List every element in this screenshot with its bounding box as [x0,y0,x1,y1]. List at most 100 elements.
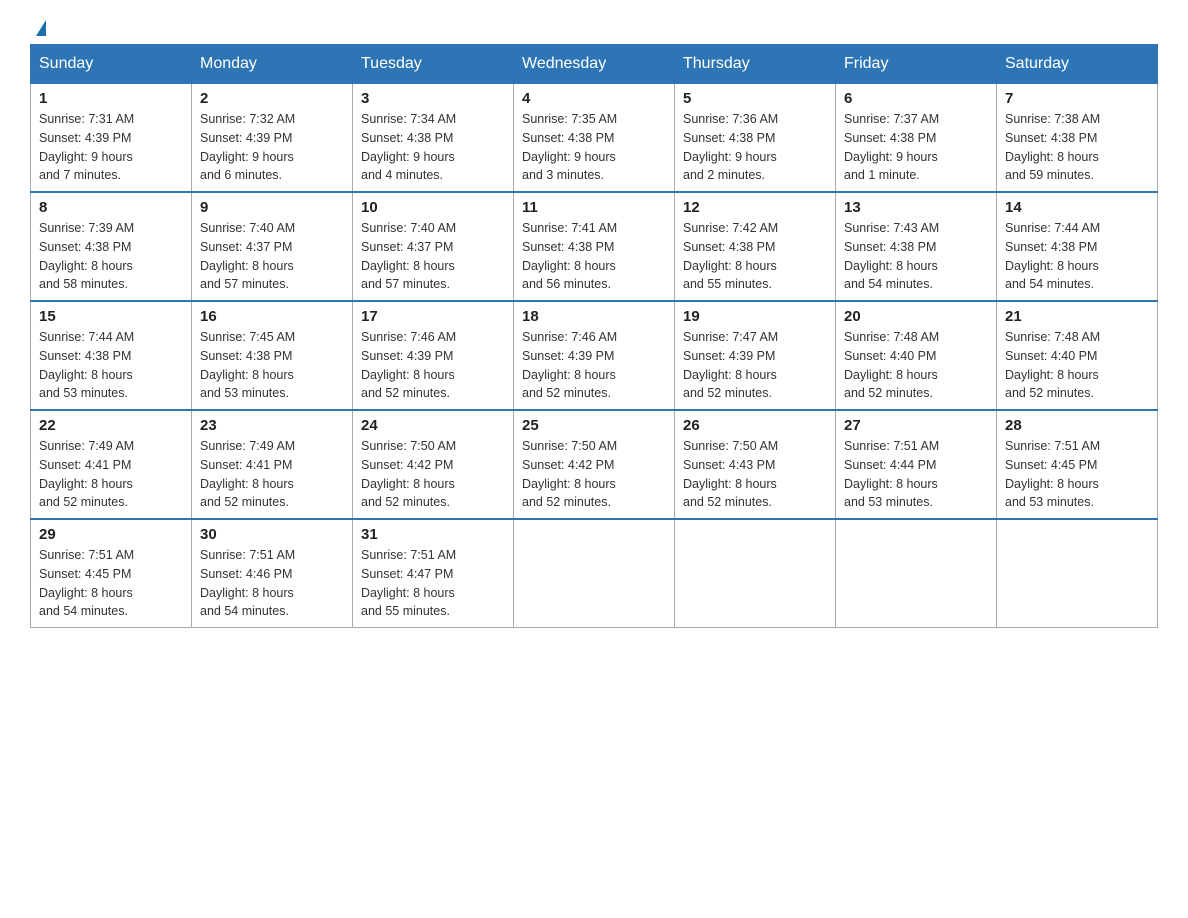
day-number: 8 [39,199,183,216]
calendar-cell: 1Sunrise: 7:31 AMSunset: 4:39 PMDaylight… [31,84,192,193]
calendar-cell [997,519,1158,628]
calendar-cell: 23 Sunrise: 7:49 AMSunset: 4:41 PMDayligh… [192,410,353,519]
calendar-cell: 15Sunrise: 7:44 AMSunset: 4:38 PMDayligh… [31,301,192,410]
day-info: Sunrise: 7:50 AMSunset: 4:42 PMDaylight:… [361,437,505,512]
day-number: 14 [1005,199,1149,216]
day-number: 12 [683,199,827,216]
day-number: 11 [522,199,666,216]
day-number: 4 [522,90,666,107]
day-number: 24 [361,417,505,434]
weekday-header-tuesday: Tuesday [353,45,514,84]
day-info: Sunrise: 7:50 AMSunset: 4:42 PMDaylight:… [522,437,666,512]
day-number: 26 [683,417,827,434]
day-info: Sunrise: 7:46 AMSunset: 4:39 PMDaylight:… [361,328,505,403]
weekday-header-monday: Monday [192,45,353,84]
calendar-cell: 4 Sunrise: 7:35 AMSunset: 4:38 PMDaylight… [514,84,675,193]
day-number: 18 [522,308,666,325]
calendar-cell: 28 Sunrise: 7:51 AMSunset: 4:45 PMDayligh… [997,410,1158,519]
day-number: 7 [1005,90,1149,107]
day-info: Sunrise: 7:46 AMSunset: 4:39 PMDaylight:… [522,328,666,403]
day-info: Sunrise: 7:44 AMSunset: 4:38 PMDaylight:… [1005,219,1149,294]
day-info: Sunrise: 7:51 AMSunset: 4:45 PMDaylight:… [1005,437,1149,512]
day-info: Sunrise: 7:40 AMSunset: 4:37 PMDaylight:… [361,219,505,294]
calendar-cell [675,519,836,628]
day-info: Sunrise: 7:42 AMSunset: 4:38 PMDaylight:… [683,219,827,294]
day-number: 25 [522,417,666,434]
day-info: Sunrise: 7:38 AMSunset: 4:38 PMDaylight:… [1005,110,1149,185]
calendar-cell: 19 Sunrise: 7:47 AMSunset: 4:39 PMDayligh… [675,301,836,410]
day-number: 29 [39,526,183,543]
calendar-cell: 7 Sunrise: 7:38 AMSunset: 4:38 PMDaylight… [997,84,1158,193]
day-number: 21 [1005,308,1149,325]
calendar-cell: 14 Sunrise: 7:44 AMSunset: 4:38 PMDayligh… [997,192,1158,301]
day-number: 17 [361,308,505,325]
week-row-1: 1Sunrise: 7:31 AMSunset: 4:39 PMDaylight… [31,84,1158,193]
calendar-cell: 29 Sunrise: 7:51 AMSunset: 4:45 PMDayligh… [31,519,192,628]
day-number: 27 [844,417,988,434]
day-info: Sunrise: 7:39 AMSunset: 4:38 PMDaylight:… [39,219,183,294]
calendar-cell [514,519,675,628]
calendar-cell: 11 Sunrise: 7:41 AMSunset: 4:38 PMDayligh… [514,192,675,301]
calendar-cell: 18 Sunrise: 7:46 AMSunset: 4:39 PMDayligh… [514,301,675,410]
day-number: 13 [844,199,988,216]
day-number: 22 [39,417,183,434]
day-info: Sunrise: 7:41 AMSunset: 4:38 PMDaylight:… [522,219,666,294]
calendar-cell: 5Sunrise: 7:36 AMSunset: 4:38 PMDaylight… [675,84,836,193]
week-row-4: 22 Sunrise: 7:49 AMSunset: 4:41 PMDayligh… [31,410,1158,519]
day-info: Sunrise: 7:48 AMSunset: 4:40 PMDaylight:… [1005,328,1149,403]
day-number: 20 [844,308,988,325]
calendar-cell: 30Sunrise: 7:51 AMSunset: 4:46 PMDayligh… [192,519,353,628]
week-row-5: 29 Sunrise: 7:51 AMSunset: 4:45 PMDayligh… [31,519,1158,628]
day-info: Sunrise: 7:34 AMSunset: 4:38 PMDaylight:… [361,110,505,185]
day-info: Sunrise: 7:51 AMSunset: 4:44 PMDaylight:… [844,437,988,512]
calendar-cell: 17 Sunrise: 7:46 AMSunset: 4:39 PMDayligh… [353,301,514,410]
day-number: 6 [844,90,988,107]
weekday-header-sunday: Sunday [31,45,192,84]
day-number: 23 [200,417,344,434]
weekday-header-friday: Friday [836,45,997,84]
calendar-cell: 22 Sunrise: 7:49 AMSunset: 4:41 PMDayligh… [31,410,192,519]
page-header [30,20,1158,34]
day-info: Sunrise: 7:49 AMSunset: 4:41 PMDaylight:… [39,437,183,512]
day-info: Sunrise: 7:50 AMSunset: 4:43 PMDaylight:… [683,437,827,512]
weekday-header-thursday: Thursday [675,45,836,84]
day-number: 16 [200,308,344,325]
calendar-table: SundayMondayTuesdayWednesdayThursdayFrid… [30,44,1158,628]
day-number: 9 [200,199,344,216]
day-info: Sunrise: 7:48 AMSunset: 4:40 PMDaylight:… [844,328,988,403]
day-info: Sunrise: 7:36 AMSunset: 4:38 PMDaylight:… [683,110,827,185]
day-number: 28 [1005,417,1149,434]
day-number: 2 [200,90,344,107]
day-number: 19 [683,308,827,325]
day-info: Sunrise: 7:51 AMSunset: 4:45 PMDaylight:… [39,546,183,621]
calendar-cell: 24 Sunrise: 7:50 AMSunset: 4:42 PMDayligh… [353,410,514,519]
day-info: Sunrise: 7:49 AMSunset: 4:41 PMDaylight:… [200,437,344,512]
calendar-cell: 8 Sunrise: 7:39 AMSunset: 4:38 PMDaylight… [31,192,192,301]
calendar-cell: 13Sunrise: 7:43 AMSunset: 4:38 PMDayligh… [836,192,997,301]
day-info: Sunrise: 7:47 AMSunset: 4:39 PMDaylight:… [683,328,827,403]
weekday-header-saturday: Saturday [997,45,1158,84]
week-row-2: 8 Sunrise: 7:39 AMSunset: 4:38 PMDaylight… [31,192,1158,301]
day-info: Sunrise: 7:31 AMSunset: 4:39 PMDaylight:… [39,110,183,185]
day-info: Sunrise: 7:37 AMSunset: 4:38 PMDaylight:… [844,110,988,185]
calendar-cell: 12 Sunrise: 7:42 AMSunset: 4:38 PMDayligh… [675,192,836,301]
day-info: Sunrise: 7:44 AMSunset: 4:38 PMDaylight:… [39,328,183,403]
calendar-cell: 2 Sunrise: 7:32 AMSunset: 4:39 PMDaylight… [192,84,353,193]
calendar-cell: 26 Sunrise: 7:50 AMSunset: 4:43 PMDayligh… [675,410,836,519]
day-number: 31 [361,526,505,543]
day-info: Sunrise: 7:45 AMSunset: 4:38 PMDaylight:… [200,328,344,403]
calendar-cell: 10 Sunrise: 7:40 AMSunset: 4:37 PMDayligh… [353,192,514,301]
calendar-cell: 3 Sunrise: 7:34 AMSunset: 4:38 PMDaylight… [353,84,514,193]
day-info: Sunrise: 7:32 AMSunset: 4:39 PMDaylight:… [200,110,344,185]
calendar-cell: 25 Sunrise: 7:50 AMSunset: 4:42 PMDayligh… [514,410,675,519]
weekday-header-row: SundayMondayTuesdayWednesdayThursdayFrid… [31,45,1158,84]
calendar-cell: 27 Sunrise: 7:51 AMSunset: 4:44 PMDayligh… [836,410,997,519]
day-info: Sunrise: 7:35 AMSunset: 4:38 PMDaylight:… [522,110,666,185]
weekday-header-wednesday: Wednesday [514,45,675,84]
day-info: Sunrise: 7:40 AMSunset: 4:37 PMDaylight:… [200,219,344,294]
logo [30,20,46,34]
day-number: 3 [361,90,505,107]
day-number: 10 [361,199,505,216]
day-number: 30 [200,526,344,543]
calendar-cell: 9 Sunrise: 7:40 AMSunset: 4:37 PMDaylight… [192,192,353,301]
